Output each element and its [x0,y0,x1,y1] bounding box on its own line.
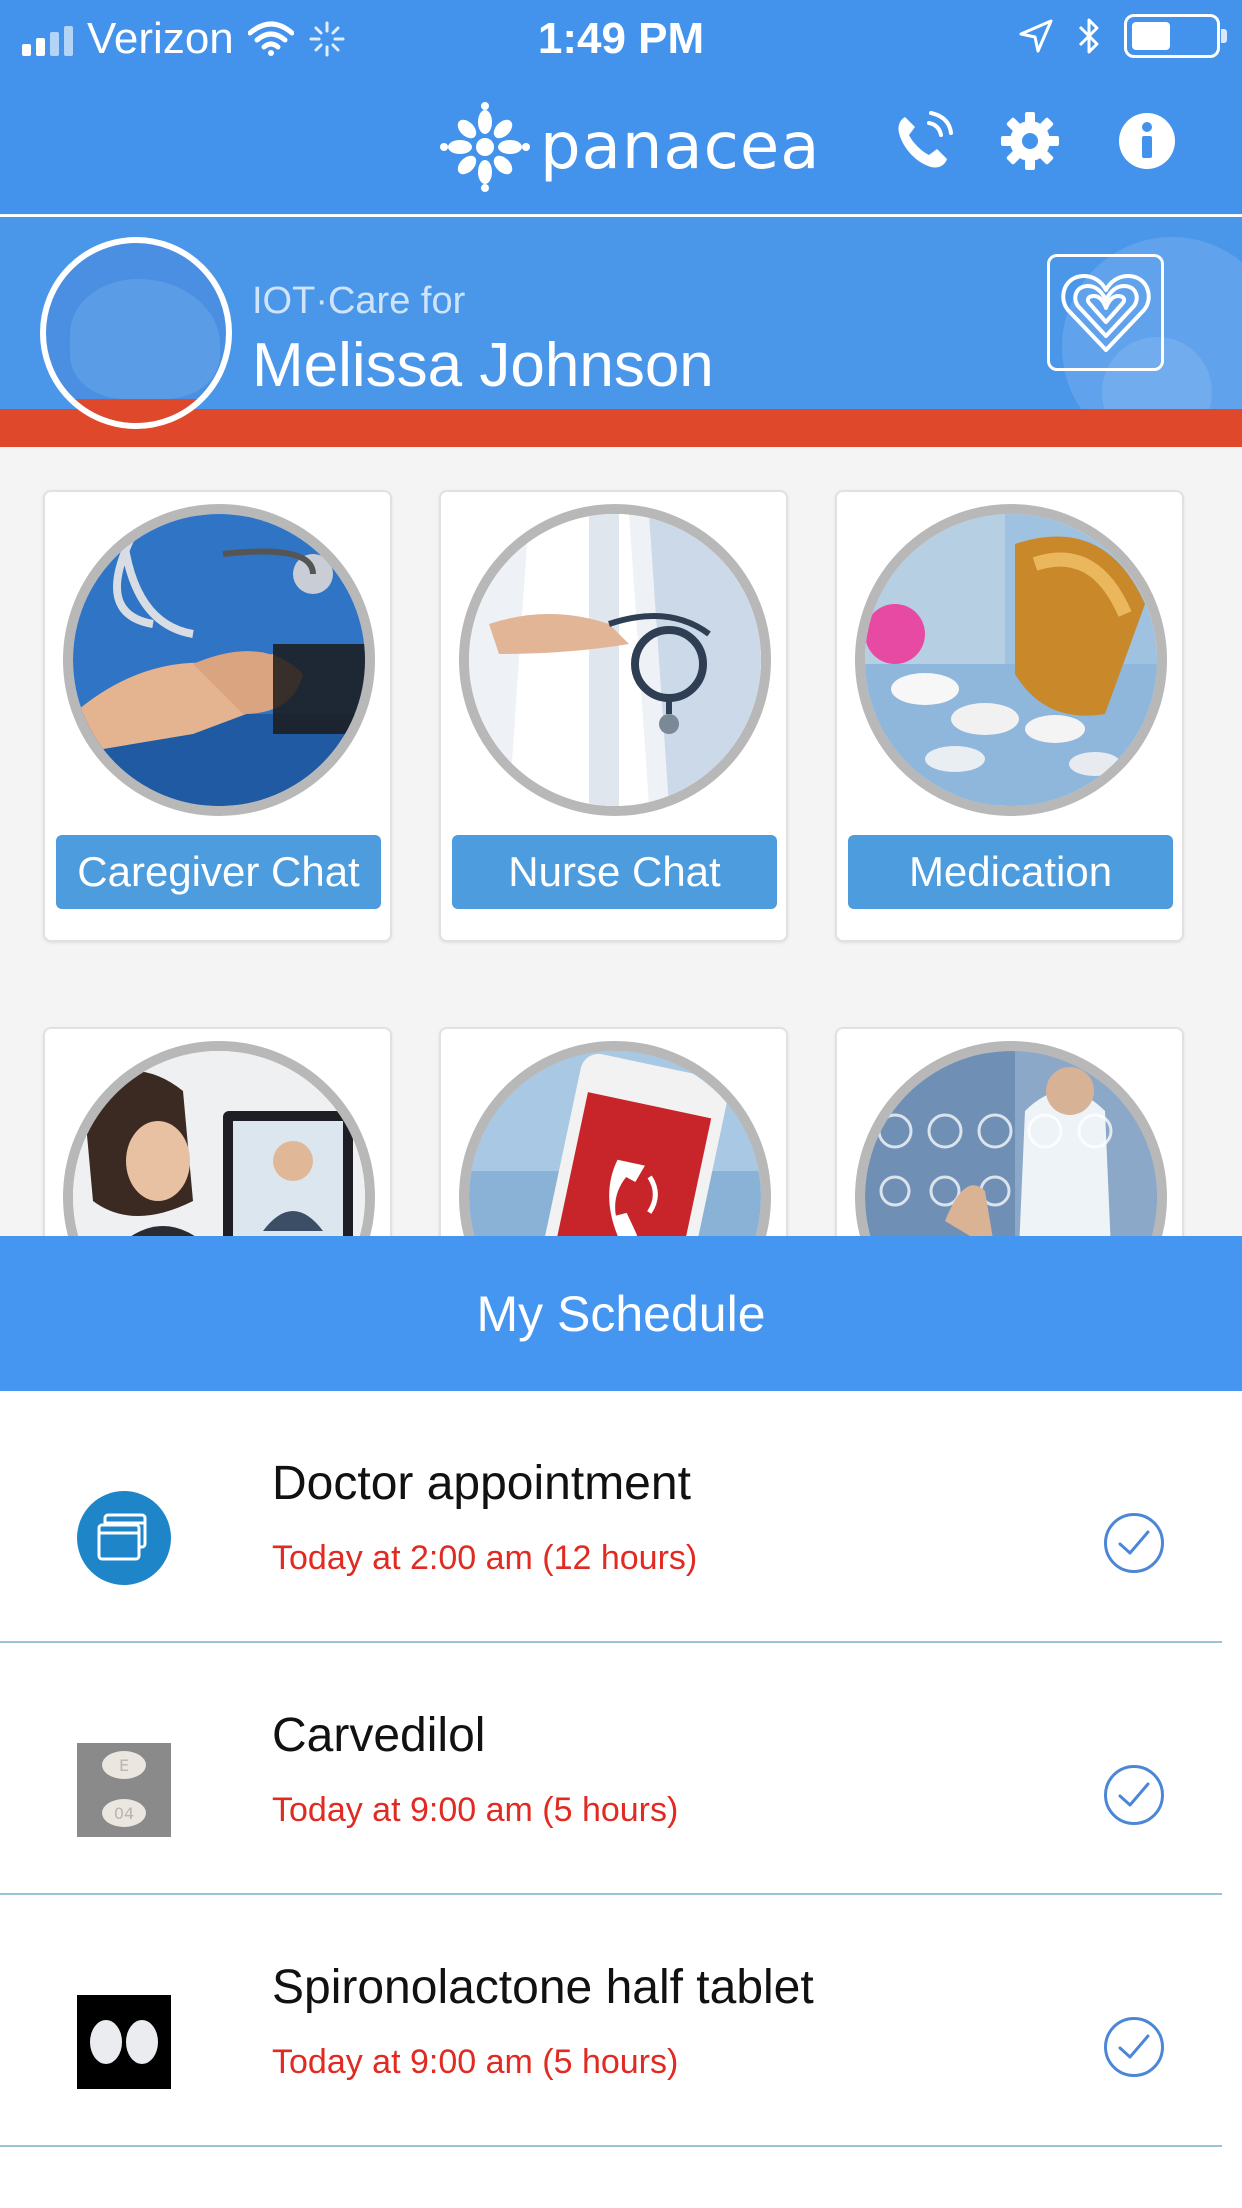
schedule-item[interactable]: E 04 Carvedilol Today at 9:00 am (5 hour… [0,1643,1242,1895]
caregiver-chat-button[interactable]: Caregiver Chat [56,835,381,909]
tile-nurse-chat[interactable]: Nurse Chat [439,490,788,942]
schedule-item-time: Today at 9:00 am (5 hours) [272,1791,679,1829]
complete-button[interactable] [1104,1513,1164,1573]
tile-caregiver-chat[interactable]: Caregiver Chat [43,490,392,942]
battery-icon [1124,14,1227,58]
appointment-icon [77,1491,171,1585]
svg-text:04: 04 [114,1804,134,1823]
call-button[interactable] [888,106,958,176]
schedule-item[interactable]: Doctor appointment Today at 2:00 am (12 … [0,1391,1242,1643]
complete-button[interactable] [1104,1765,1164,1825]
schedule-item-title: Spironolactone half tablet [272,1961,814,2014]
battery-level [1132,22,1170,50]
schedule-list: Doctor appointment Today at 2:00 am (12 … [0,1391,1242,2208]
pill-image [77,1995,171,2089]
schedule-item-title: Carvedilol [272,1709,486,1762]
tile-medication[interactable]: Medication [835,490,1184,942]
flower-logo-icon [440,102,530,192]
nurse-photo [459,504,771,816]
avatar[interactable] [40,237,232,429]
svg-text:E: E [119,1756,129,1775]
heart-icon [1060,273,1151,352]
status-bar: Verizon 1:49 PM [0,0,1242,84]
schedule-header: My Schedule [0,1236,1242,1391]
patient-name: Melissa Johnson [252,331,714,400]
check-icon [1118,1530,1150,1555]
status-right [1018,14,1227,58]
info-icon [1119,113,1175,169]
gear-icon [1001,112,1059,170]
row-divider [0,2145,1222,2147]
app-bar: panacea [0,84,1242,214]
medication-button[interactable]: Medication [848,835,1173,909]
bluetooth-icon [1078,18,1099,54]
medication-photo [855,504,1167,816]
care-for-label: IOT·Care for [252,280,466,322]
schedule-item-title: Doctor appointment [272,1457,691,1510]
brand-logo: panacea [440,102,820,192]
schedule-item-time: Today at 2:00 am (12 hours) [272,1539,698,1577]
brand-name: panacea [540,110,821,184]
location-arrow-icon [1019,19,1053,53]
info-button[interactable] [1112,106,1182,176]
phone-icon [898,111,953,168]
nurse-chat-button[interactable]: Nurse Chat [452,835,777,909]
check-icon [1118,2034,1150,2059]
settings-button[interactable] [995,106,1065,176]
avatar-accent [46,399,226,423]
health-heart-button[interactable] [1047,254,1164,371]
schedule-item[interactable]: Spironolactone half tablet Today at 9:00… [0,1895,1242,2147]
caregiver-photo [63,504,375,816]
avatar-placeholder [70,279,220,399]
schedule-item-time: Today at 9:00 am (5 hours) [272,2043,679,2081]
check-icon [1118,1782,1150,1807]
pill-image: E 04 [77,1743,171,1837]
complete-button[interactable] [1104,2017,1164,2077]
